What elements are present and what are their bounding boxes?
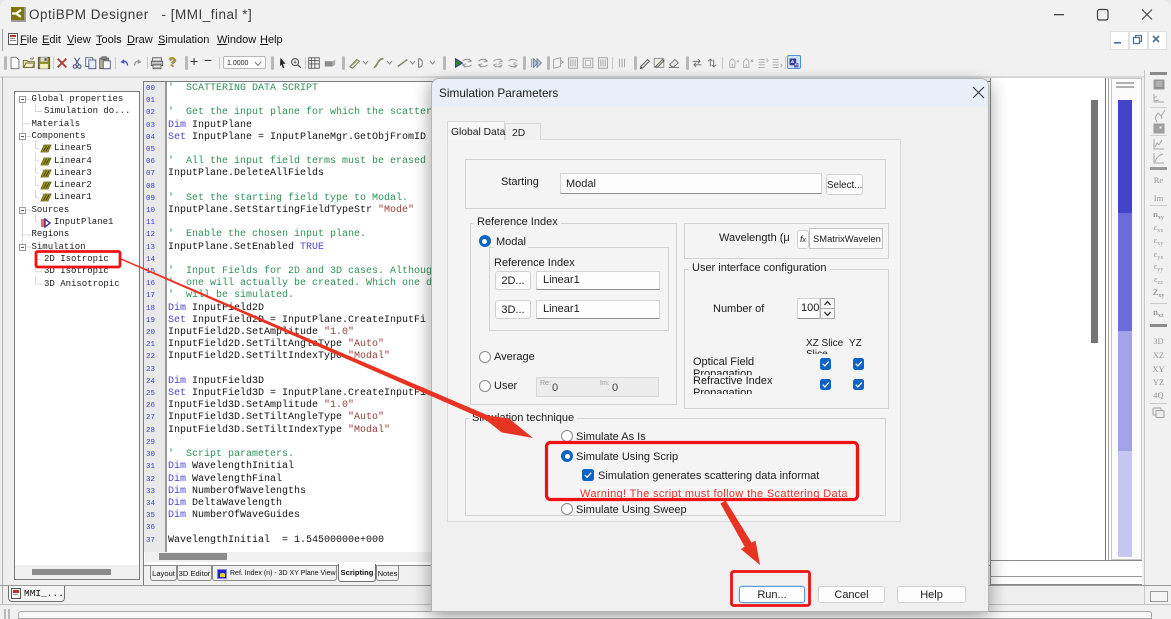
svg-text:S: S — [498, 62, 502, 69]
svg-text:$: $ — [513, 62, 517, 69]
